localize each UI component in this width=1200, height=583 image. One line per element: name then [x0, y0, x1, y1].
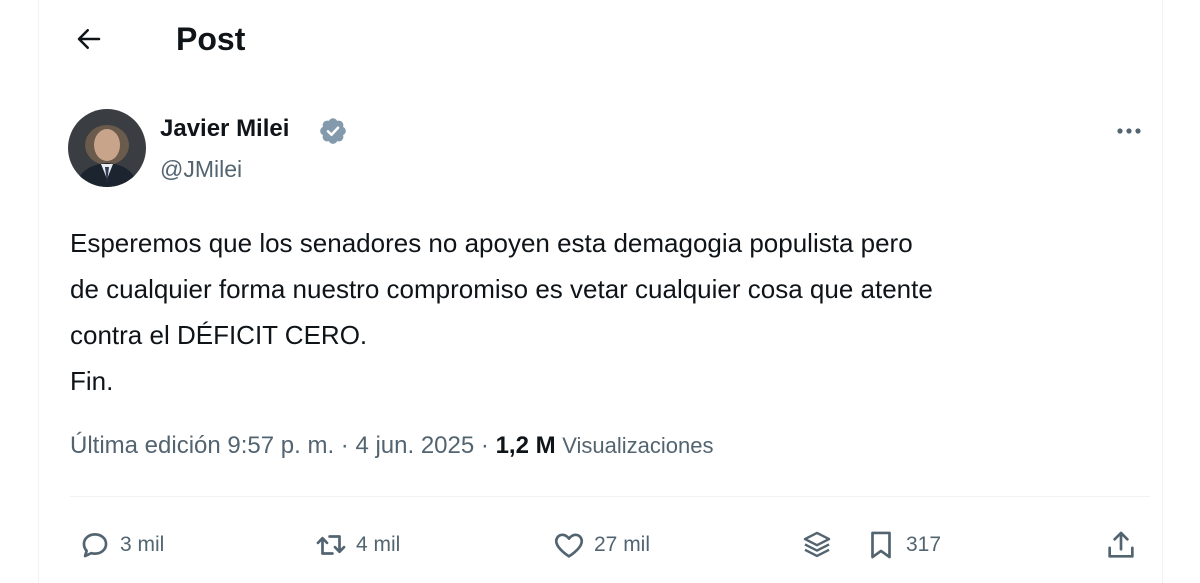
author-name[interactable]: Javier Milei	[160, 113, 289, 145]
post-text-line: de cualquier forma nuestro compromiso es…	[70, 274, 933, 304]
stack-icon	[803, 531, 831, 558]
bookmark-count: 317	[906, 533, 942, 556]
avatar-image	[68, 109, 146, 187]
heart-icon	[554, 533, 584, 558]
like-button[interactable]: 27 mil	[552, 524, 650, 566]
share-button[interactable]	[1104, 524, 1138, 566]
repost-button[interactable]: 4 mil	[314, 524, 400, 566]
verified-badge-icon	[320, 118, 346, 144]
views-label: Visualizaciones	[562, 433, 714, 458]
meta-separator: ·	[474, 432, 496, 459]
reply-icon	[82, 533, 108, 558]
bookmark-button[interactable]: 317	[864, 524, 941, 566]
avatar[interactable]	[68, 109, 146, 187]
back-button[interactable]	[66, 16, 112, 62]
meta-separator: ·	[334, 432, 356, 459]
post-text-line: Esperemos que los senadores no apoyen es…	[70, 228, 913, 258]
column-border-left	[38, 0, 39, 583]
more-options-button[interactable]	[1106, 112, 1152, 150]
views-count: 1,2 M	[495, 432, 556, 459]
post-date[interactable]: 4 jun. 2025	[355, 432, 474, 459]
repost-count: 4 mil	[356, 533, 401, 556]
author-handle[interactable]: @JMilei	[160, 153, 242, 185]
reply-count: 3 mil	[120, 533, 165, 556]
grok-button[interactable]	[800, 524, 834, 566]
post-text-line: Fin.	[70, 366, 114, 396]
repost-icon	[316, 535, 346, 555]
page-title: Post	[176, 21, 246, 57]
reply-button[interactable]: 3 mil	[78, 524, 164, 566]
share-icon	[1108, 531, 1134, 558]
bookmark-icon	[871, 531, 891, 559]
like-count: 27 mil	[594, 533, 651, 556]
edited-time-link[interactable]: Última edición 9:57 p. m.	[70, 432, 334, 459]
column-border-right	[1162, 0, 1163, 583]
post-meta: Última edición 9:57 p. m. · 4 jun. 2025 …	[70, 428, 714, 464]
more-horizontal-icon	[1117, 128, 1141, 134]
arrow-left-icon	[77, 29, 101, 49]
post-text: Esperemos que los senadores no apoyen es…	[70, 220, 1150, 404]
divider	[70, 496, 1150, 497]
post-text-line: contra el DÉFICIT CERO.	[70, 320, 368, 350]
